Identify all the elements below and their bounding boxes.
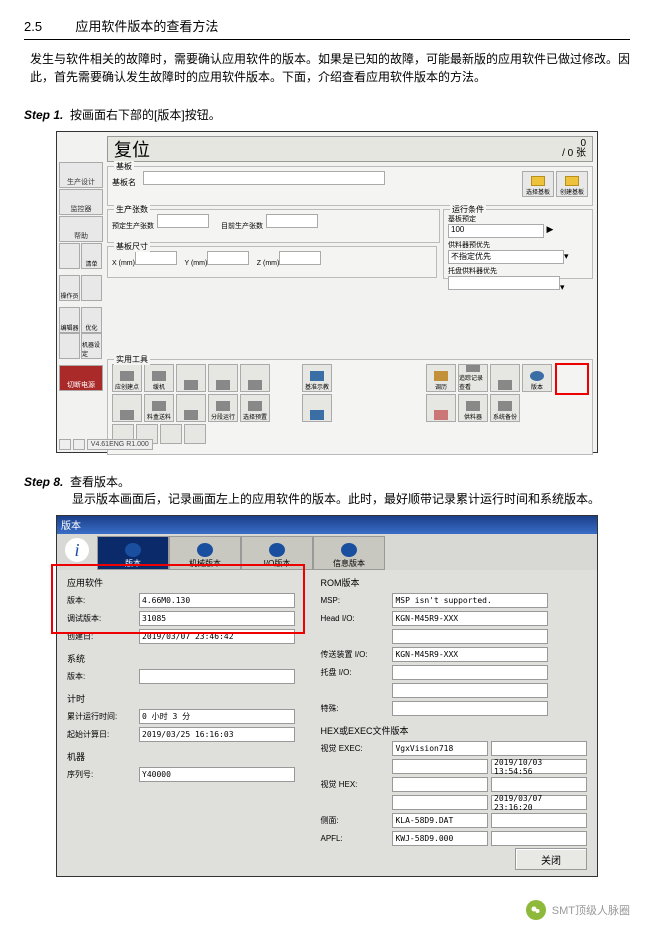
panel-utilities: 实用工具 应创建点 缓机 基准示教 调历 追踪记录查看 版本 料盒送料 分段运行	[107, 359, 593, 455]
step-1: Step 1. 按画面右下部的[版本]按钮。	[24, 106, 630, 123]
tool-button[interactable]	[112, 394, 142, 422]
tab-info-version[interactable]: 信息版本	[313, 536, 385, 570]
sidebar: 生产设计 监控器 帮助 清单 操作员 编辑器 优化 机器设定 切断电源	[59, 162, 103, 392]
group-system: 系统 版本:	[67, 652, 308, 684]
tool-button[interactable]: 应创建点	[112, 364, 142, 392]
figure-main-screen: 复位 0 / 0 张 生产设计 监控器 帮助 清单 操作员 编辑器 优化 机器设…	[56, 131, 598, 453]
tool-button[interactable]: 基准示教	[302, 364, 332, 392]
group-app: 应用软件 版本:4.66M0.130 调试版本:31085 创建日:2019/0…	[67, 576, 308, 644]
watermark: SMT顶级人脉圈	[526, 900, 630, 920]
tool-button[interactable]: 供料器	[458, 394, 488, 422]
tool-button[interactable]: 缓机	[144, 364, 174, 392]
section-title: 应用软件版本的查看方法	[75, 19, 218, 34]
select-board-button[interactable]: 选择基板	[522, 171, 554, 197]
section-header: 2.5 应用软件版本的查看方法	[24, 16, 630, 40]
info-icon: i	[65, 538, 89, 562]
create-board-button[interactable]: 创建基板	[556, 171, 588, 197]
gear-icon	[341, 543, 357, 557]
debug-version-value: 31085	[139, 611, 295, 626]
tool-button[interactable]: 分段运行	[208, 394, 238, 422]
step-8: Step 8. 查看版本。 显示版本画面后，记录画面左上的应用软件的版本。此时，…	[24, 473, 630, 507]
tool-button[interactable]	[160, 424, 182, 444]
tool-button[interactable]	[184, 424, 206, 444]
group-hex: HEX或EXEC文件版本 视觉 EXEC:VgxVision718 2019/1…	[320, 724, 587, 846]
group-machine: 机器 序列号:Y40000	[67, 750, 308, 782]
tool-button[interactable]: 选择预置	[240, 394, 270, 422]
sidebar-item[interactable]: 帮助	[59, 216, 103, 242]
planned-qty-input[interactable]	[157, 214, 209, 228]
tab-io-version[interactable]: I/O版本	[241, 536, 313, 570]
backup-icon	[498, 401, 512, 411]
sidebar-item[interactable]: 机器设定	[81, 333, 102, 359]
build-date-value: 2019/03/07 23:46:42	[139, 629, 295, 644]
panel-size: 基板尺寸 X (mm) Y (mm) Z (mm)	[107, 246, 437, 278]
group-timer: 计时 累计运行时间:0 小时 3 分 起始计算日:2019/03/25 16:1…	[67, 692, 308, 742]
current-qty-input[interactable]	[266, 214, 318, 228]
tool-button[interactable]	[176, 364, 206, 392]
sidebar-item[interactable]	[59, 243, 80, 269]
panel-production: 生产张数 预定生产张数 目前生产张数	[107, 209, 440, 243]
fiducial-icon	[310, 371, 324, 381]
sidebar-item[interactable]: 监控器	[59, 189, 103, 215]
version-icon	[530, 371, 544, 381]
sidebar-item[interactable]: 编辑器	[59, 307, 80, 333]
sidebar-item[interactable]: 操作员	[59, 275, 80, 301]
feeder-icon	[466, 401, 480, 411]
tool-button[interactable]	[426, 394, 456, 422]
sidebar-item[interactable]	[59, 333, 80, 359]
tool-button[interactable]	[490, 364, 520, 392]
window-title: 复位	[114, 136, 150, 162]
close-button[interactable]: 关闭	[515, 848, 587, 870]
tool-button[interactable]: 料盒送料	[144, 394, 174, 422]
tool-button[interactable]	[302, 394, 332, 422]
status-bar: V4.61ENG R1.000	[59, 439, 153, 450]
window-titlebar: 复位 0 / 0 张	[107, 136, 593, 162]
runtime-value: 0 小时 3 分	[139, 709, 295, 724]
figure-version-dialog: 版本 i 版本 机械版本 I/O版本 信息版本 应用软件 版本:4.66M0.1…	[56, 515, 598, 877]
feeder-priority-select[interactable]: 不指定优先	[448, 250, 564, 264]
board-name-input[interactable]	[143, 171, 385, 185]
trace-icon	[466, 365, 480, 372]
tool-button[interactable]	[208, 364, 238, 392]
version-button[interactable]: 版本	[522, 364, 552, 392]
tool-button[interactable]: 追踪记录查看	[458, 364, 488, 392]
panel-conditions: 运行条件 基板预定 100 ▶ 供料器预优先 不指定优先▾ 托盘供料器优先 ▾	[443, 209, 593, 279]
run-condition-input[interactable]: 100	[448, 224, 544, 238]
tool-button[interactable]: 调历	[426, 364, 456, 392]
app-version-value: 4.66M0.130	[139, 593, 295, 608]
tab-version[interactable]: 版本	[97, 536, 169, 570]
section-number: 2.5	[24, 19, 42, 34]
sidebar-item-power[interactable]: 切断电源	[59, 365, 103, 391]
group-rom: ROM版本 MSP:MSP isn't supported. Head I/O:…	[320, 576, 587, 716]
sidebar-item[interactable]: 清单	[81, 243, 102, 269]
main-area: 基板 基板名 选择基板 创建基板 生产张数 预定生产张数 目前生产张数 运行条件…	[107, 166, 593, 458]
history-icon	[434, 371, 448, 381]
sidebar-item[interactable]	[81, 275, 102, 301]
start-date-value: 2019/03/25 16:16:03	[139, 727, 295, 742]
panel-board: 基板 基板名 选择基板 创建基板	[107, 166, 593, 206]
gear-icon	[197, 543, 213, 557]
sidebar-item[interactable]: 优化	[81, 307, 102, 333]
tool-button[interactable]: 系统备份	[490, 394, 520, 422]
wechat-icon	[526, 900, 546, 920]
intro-paragraph: 发生与软件相关的故障时，需要确认应用软件的版本。如果是已知的故障，可能最新版的应…	[24, 50, 630, 86]
dialog-titlebar: 版本	[57, 516, 597, 534]
target-icon	[120, 371, 134, 381]
tab-machine-version[interactable]: 机械版本	[169, 536, 241, 570]
gear-icon	[269, 543, 285, 557]
serial-value: Y40000	[139, 767, 295, 782]
tool-button[interactable]	[176, 394, 206, 422]
tool-button[interactable]	[240, 364, 270, 392]
gear-icon	[125, 543, 141, 557]
warmup-icon	[152, 371, 166, 381]
sidebar-item[interactable]: 生产设计	[59, 162, 103, 188]
tray-priority-select[interactable]	[448, 276, 560, 290]
dialog-body: 应用软件 版本:4.66M0.130 调试版本:31085 创建日:2019/0…	[57, 570, 597, 860]
counter: 0 / 0 张	[562, 139, 586, 159]
tab-bar: 版本 机械版本 I/O版本 信息版本	[57, 534, 597, 570]
